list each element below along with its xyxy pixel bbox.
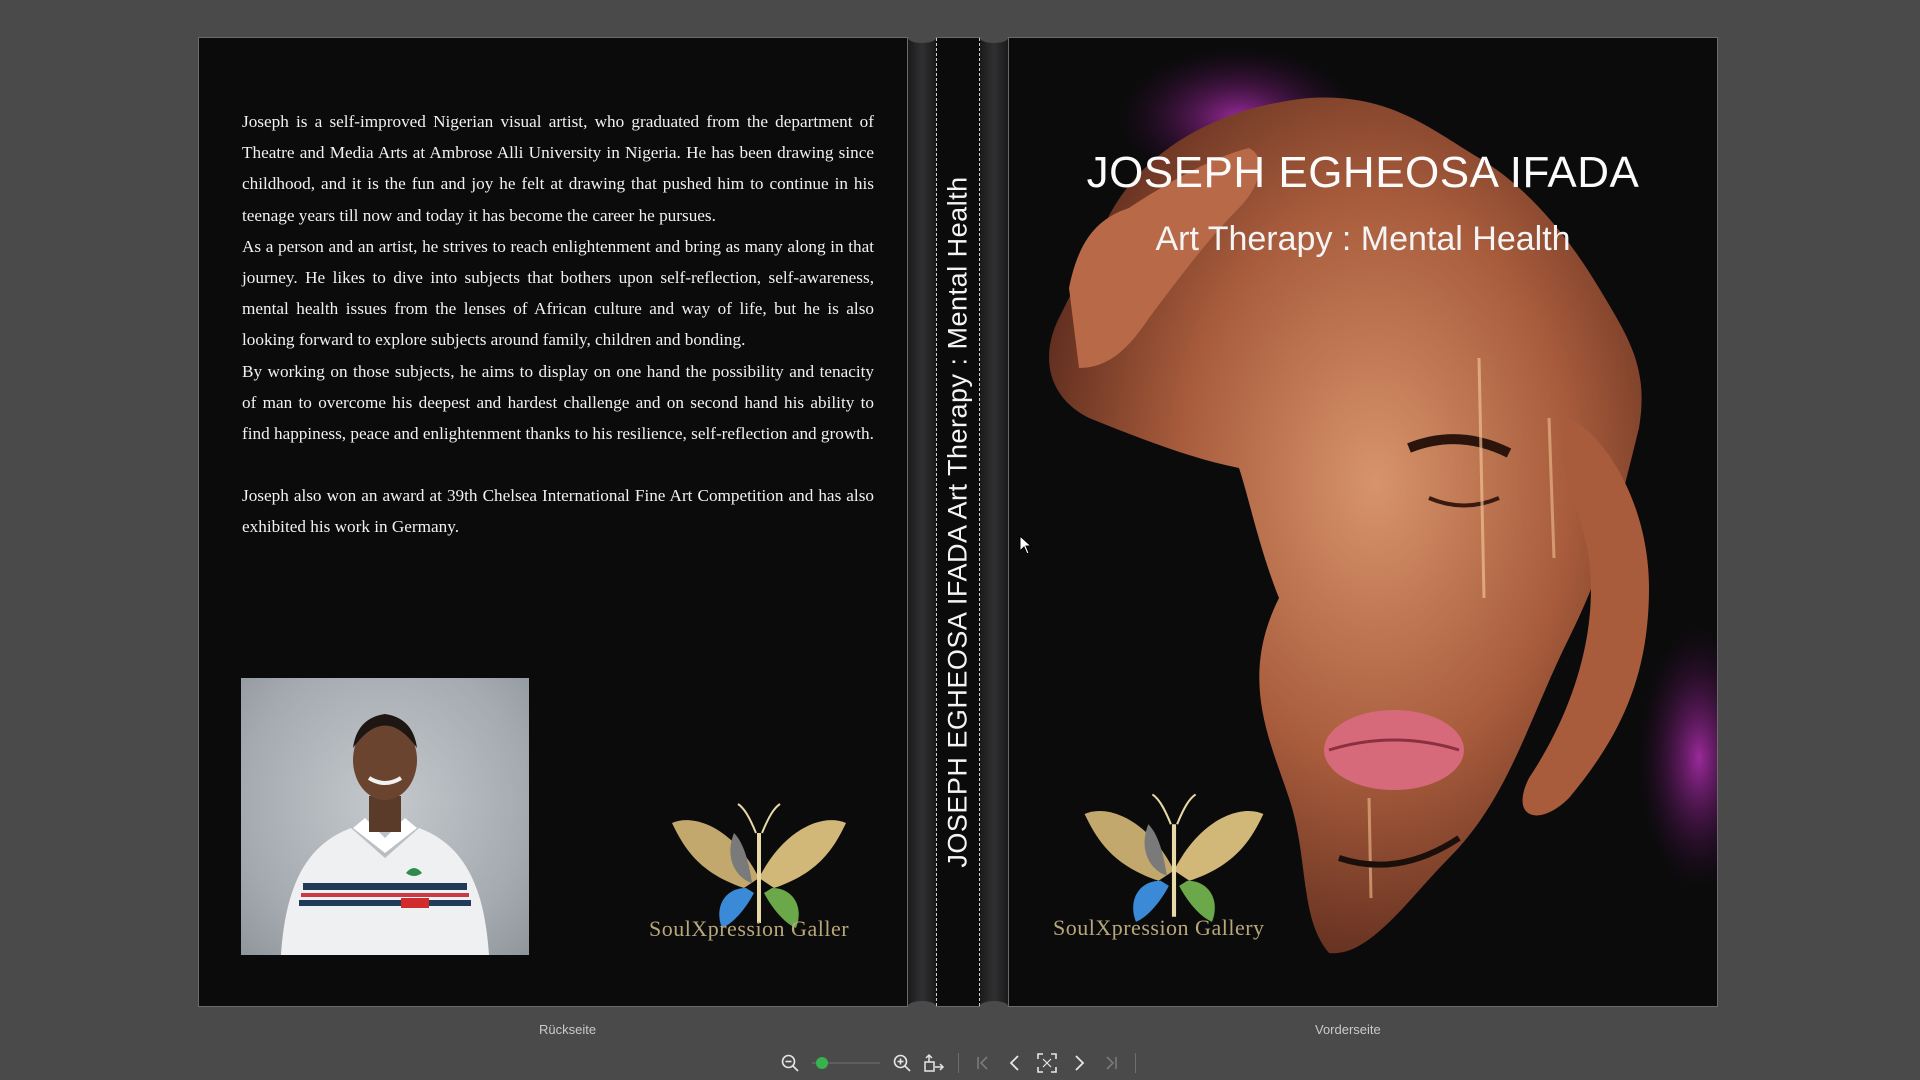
zoom-out-icon: [781, 1054, 799, 1072]
book-spine[interactable]: JOSEPH EGHEOSA IFADA Art Therapy : Menta…: [908, 33, 1008, 1011]
next-page-button[interactable]: [1065, 1050, 1093, 1076]
first-page-button[interactable]: [969, 1050, 997, 1076]
spine-notch: [908, 1001, 936, 1011]
book-preview-viewer: Joseph is a self-improved Nigerian visua…: [0, 0, 1920, 1080]
book-subtitle: Art Therapy : Mental Health: [1155, 220, 1571, 258]
previous-page-button[interactable]: [1001, 1050, 1029, 1076]
previous-page-icon: [1009, 1055, 1019, 1071]
fullscreen-icon: [1037, 1053, 1057, 1073]
last-page-icon: [1106, 1056, 1117, 1070]
first-page-icon: [977, 1056, 988, 1070]
gallery-logo-text: SoulXpression Gallery: [1053, 915, 1265, 940]
toolbar-separator: [1135, 1053, 1136, 1073]
spine-notch: [980, 33, 1008, 43]
zoom-in-button[interactable]: [888, 1050, 916, 1076]
spine-notch: [908, 33, 936, 43]
spine-title: JOSEPH EGHEOSA IFADA Art Therapy : Menta…: [942, 176, 973, 868]
gallery-logo-text: SoulXpression Galler: [649, 916, 850, 941]
bio-paragraph: As a person and an artist, he strives to…: [242, 236, 874, 350]
fullscreen-button[interactable]: [1033, 1050, 1061, 1076]
spine-fold: [908, 38, 936, 1006]
back-cover-label: Rückseite: [539, 1022, 597, 1037]
bio-paragraph: Joseph also won an award at 39th Chelsea…: [242, 486, 874, 537]
toolbar-separator: [958, 1053, 959, 1073]
front-cover-page[interactable]: JOSEPH EGHEOSA IFADA Art Therapy : Menta…: [1008, 37, 1718, 1007]
page-layout-icon: [924, 1053, 945, 1072]
spine-strip: JOSEPH EGHEOSA IFADA Art Therapy : Menta…: [936, 38, 980, 1006]
zoom-in-icon: [893, 1054, 911, 1072]
last-page-button[interactable]: [1097, 1050, 1125, 1076]
book-title: JOSEPH EGHEOSA IFADA: [1086, 148, 1640, 197]
zoom-slider[interactable]: [808, 1050, 884, 1076]
next-page-icon: [1075, 1055, 1085, 1071]
viewer-toolbar: [776, 1050, 1142, 1076]
spine-notch: [980, 1001, 1008, 1011]
artist-photo: [241, 678, 529, 955]
book-cover-spread: Joseph is a self-improved Nigerian visua…: [198, 33, 1718, 1011]
bio-paragraph: Joseph is a self-improved Nigerian visua…: [242, 112, 874, 225]
zoom-out-button[interactable]: [776, 1050, 804, 1076]
front-cover-label: Vorderseite: [1315, 1022, 1381, 1037]
page-layout-button[interactable]: [920, 1050, 948, 1076]
back-cover-page[interactable]: Joseph is a self-improved Nigerian visua…: [198, 37, 908, 1007]
spine-fold: [980, 38, 1008, 1006]
mouse-cursor-icon: [1019, 535, 1033, 555]
artist-biography: Joseph is a self-improved Nigerian visua…: [242, 106, 874, 543]
zoom-slider-thumb[interactable]: [816, 1057, 829, 1069]
bio-paragraph: By working on those subjects, he aims to…: [242, 361, 874, 444]
